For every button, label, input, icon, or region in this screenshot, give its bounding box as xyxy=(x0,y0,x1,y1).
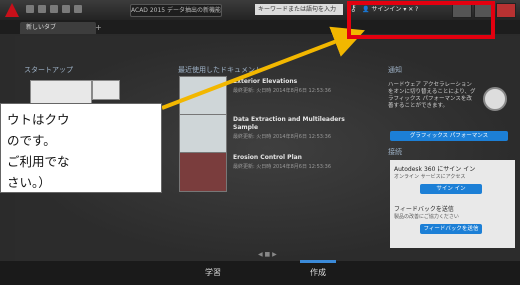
callout-line: ウトはクウ xyxy=(7,112,70,127)
annotation-callout: ウトはクウ のです。 ご利用でな さい。） xyxy=(0,103,162,193)
callout-line: さい。） xyxy=(7,175,51,190)
callout-line: のです。 xyxy=(7,133,56,148)
callout-line: ご利用でな xyxy=(7,154,70,169)
highlight-box xyxy=(347,1,495,39)
